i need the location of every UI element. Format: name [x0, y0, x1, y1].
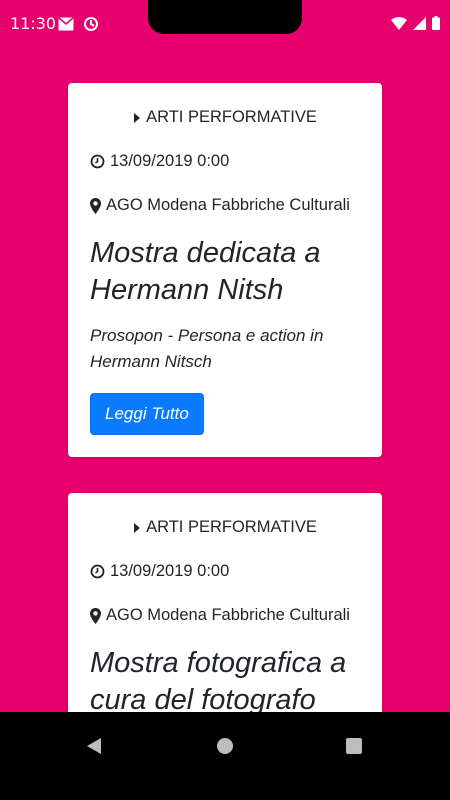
datetime-row: 13/09/2019 0:00 [90, 562, 372, 581]
recents-button[interactable] [336, 730, 372, 766]
datetime-row: 13/09/2019 0:00 [90, 152, 372, 171]
category-row: ARTI PERFORMATIVE [68, 108, 382, 127]
mail-icon [58, 17, 74, 36]
status-left-icons [58, 16, 99, 37]
event-datetime: 13/09/2019 0:00 [110, 562, 230, 580]
wifi-icon [391, 16, 407, 35]
category-row: ARTI PERFORMATIVE [68, 518, 382, 537]
status-bar: 11:30 [0, 0, 450, 52]
map-marker-icon [90, 197, 101, 214]
read-more-button[interactable]: Leggi Tutto [90, 393, 204, 435]
location-row: AGO Modena Fabbriche Culturali [90, 196, 372, 215]
event-datetime: 13/09/2019 0:00 [110, 152, 230, 170]
event-title: Mostra dedicata a Hermann Nitsh [90, 237, 321, 306]
caret-right-icon [133, 522, 141, 534]
home-icon [216, 737, 234, 760]
sync-icon [83, 16, 99, 37]
back-icon [86, 737, 102, 760]
event-location: AGO Modena Fabbriche Culturali [106, 606, 350, 624]
event-category: ARTI PERFORMATIVE [146, 108, 317, 126]
system-nav-bar [0, 712, 450, 800]
clock-icon [90, 154, 105, 169]
camera-notch [148, 0, 302, 34]
signal-icon [413, 16, 426, 35]
event-subtitle: Prosopon - Persona e action in Hermann N… [90, 326, 324, 371]
battery-icon [432, 16, 440, 35]
map-marker-icon [90, 607, 101, 624]
event-list[interactable]: ARTI PERFORMATIVE 13/09/2019 0:00 AGO Mo… [0, 52, 450, 712]
back-button[interactable] [76, 730, 112, 766]
status-right-icons [391, 16, 440, 35]
home-button[interactable] [207, 730, 243, 766]
event-category: ARTI PERFORMATIVE [146, 518, 317, 536]
event-card: ARTI PERFORMATIVE 13/09/2019 0:00 AGO Mo… [68, 493, 382, 712]
event-card: ARTI PERFORMATIVE 13/09/2019 0:00 AGO Mo… [68, 83, 382, 457]
recents-icon [346, 737, 362, 759]
status-time: 11:30 [10, 14, 57, 33]
location-row: AGO Modena Fabbriche Culturali [90, 606, 372, 625]
clock-icon [90, 564, 105, 579]
event-title: Mostra fotografica a cura del fotografo [90, 647, 347, 712]
caret-right-icon [133, 112, 141, 124]
event-location: AGO Modena Fabbriche Culturali [106, 196, 350, 214]
